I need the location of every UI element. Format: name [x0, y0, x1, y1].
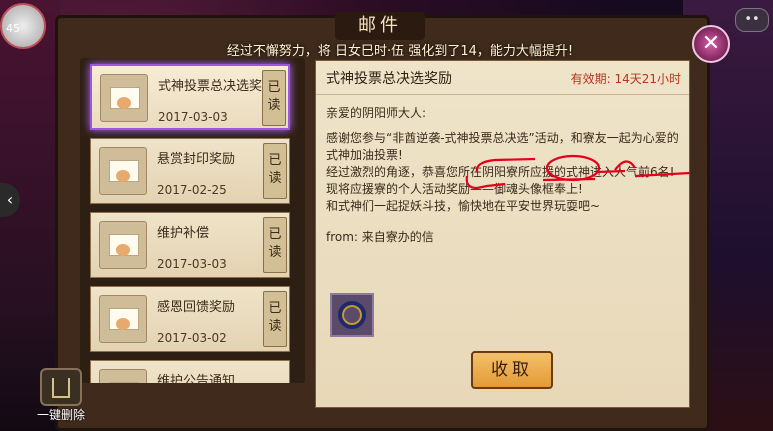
- mail-item-date: 2017-03-03: [157, 257, 227, 271]
- close-button[interactable]: ✕: [692, 25, 730, 63]
- mail-list-item[interactable]: 式神投票总决选奖 2017-03-03 已读: [90, 64, 290, 130]
- mail-item-date: 2017-03-03: [158, 110, 228, 124]
- mail-item-title: 悬赏封印奖励: [157, 152, 236, 167]
- mail-item-title: 感恩回馈奖励: [157, 300, 236, 315]
- close-icon: ✕: [701, 31, 721, 56]
- read-status-tag: 已读: [263, 217, 287, 273]
- collect-button[interactable]: 收取: [471, 351, 553, 389]
- mail-item-title: 维护公告通知: [157, 374, 236, 383]
- mail-paragraph: 经过激烈的角逐，恭喜您所在阴阳寮所应援的式神进入人气前6名! 现将应援寮的个人活…: [326, 165, 675, 196]
- scrolling-notice: 经过不懈努力，将 日女巳时·伍 强化到了14，能力大幅提升!: [226, 44, 574, 59]
- mail-list-item[interactable]: 悬赏封印奖励 2017-02-25 已读: [90, 138, 290, 204]
- mail-paragraph: 和式神们一起捉妖斗技，愉快地在平安世界玩耍吧~: [326, 199, 601, 213]
- mail-item-date: 2017-02-25: [157, 183, 227, 197]
- gift-envelope-icon: [99, 147, 147, 195]
- read-status-tag: 已读: [262, 70, 286, 126]
- envelope-icon: [99, 369, 147, 383]
- delete-all-label: 一键删除: [37, 408, 86, 422]
- mail-sender: from: 来自寮办的信: [326, 230, 434, 244]
- player-level: 45: [6, 22, 20, 35]
- window-title: 邮件: [335, 12, 425, 40]
- mail-validity: 有效期: 14天21小时: [570, 72, 681, 86]
- read-status-tag: 已读: [263, 143, 287, 199]
- mail-item-title: 维护补偿: [157, 226, 210, 241]
- mail-list-item[interactable]: 感恩回馈奖励 2017-03-02 已读: [90, 286, 290, 352]
- mail-item-title: 式神投票总决选奖: [158, 79, 263, 94]
- envelope-icon: [99, 221, 147, 269]
- mail-body: 亲爱的阴阳师大人: 感谢您参与“非酋逆袭-式神投票总决选”活动，和寮友一起为心爱…: [326, 105, 681, 246]
- player-avatar[interactable]: 45: [0, 3, 46, 49]
- trash-icon[interactable]: [40, 368, 82, 406]
- chat-button[interactable]: ••: [735, 8, 769, 32]
- mail-list-item[interactable]: 维护补偿 2017-03-03 已读: [90, 212, 290, 278]
- mail-greeting: 亲爱的阴阳师大人:: [326, 106, 427, 120]
- envelope-icon: [99, 295, 147, 343]
- avatar-frame-ring-icon: [338, 301, 366, 329]
- mail-detail-header: 式神投票总决选奖励 有效期: 14天21小时: [316, 61, 689, 95]
- reward-item-slot[interactable]: [330, 293, 374, 337]
- mail-list[interactable]: 式神投票总决选奖 2017-03-03 已读 悬赏封印奖励 2017-02-25…: [80, 58, 305, 383]
- chat-icon: ••: [744, 12, 760, 27]
- mail-list-item[interactable]: 维护公告通知: [90, 360, 290, 383]
- mail-detail-panel: 式神投票总决选奖励 有效期: 14天21小时 亲爱的阴阳师大人: 感谢您参与“非…: [315, 60, 690, 408]
- read-status-tag: 已读: [263, 291, 287, 347]
- mail-paragraph: 感谢您参与“非酋逆袭-式神投票总决选”活动，和寮友一起为心爱的式神加油投票!: [326, 131, 679, 162]
- mail-detail-title: 式神投票总决选奖励: [326, 71, 452, 87]
- gift-envelope-icon: [100, 74, 148, 122]
- mail-item-date: 2017-03-02: [157, 331, 227, 345]
